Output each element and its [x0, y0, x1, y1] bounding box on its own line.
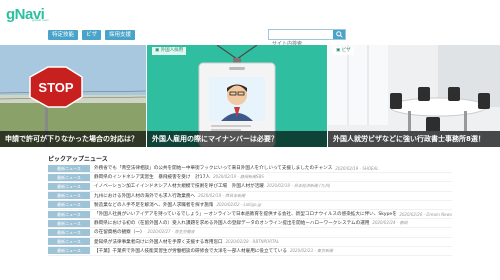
slide-caption: 外国人就労ビザなどに強い行政書士事務所8選！ — [328, 131, 500, 147]
news-headline[interactable]: 静岡県のインドネシア実習生 暴飛被害を受け 計17人 — [94, 174, 210, 180]
site-logo[interactable]: gNavi global navi — [6, 4, 48, 24]
stop-sign-text: STOP — [38, 80, 73, 95]
search-box — [268, 29, 346, 49]
news-item[interactable]: 最新ニュース 静岡県のインドネシア実習生 暴飛被害を受け 計17人 2020/0… — [48, 173, 452, 183]
news-item[interactable]: 最新ニュース の在留資格の観察（一） 2020/02/27 - 厚生労働省 — [48, 228, 452, 238]
news-headline[interactable]: 静岡県における初の（在留外国人の）受入れ課題を求める外国人の登録データのオンライ… — [94, 220, 369, 226]
main-nav: 特定技能 ビザ 採用支援 — [48, 30, 136, 40]
slide-caption: 申請で許可が下りなかった場合の対応は？ — [0, 131, 146, 147]
news-headline[interactable]: 外務省でも「青空法律相談」の公共を開始ー中華街フックにいって来日外国人を介しいっ… — [94, 165, 332, 171]
news-item[interactable]: 最新ニュース 外務省でも「青空法律相談」の公共を開始ー中華街フックにいって来日外… — [48, 164, 452, 174]
news-date: 2020/02/18 - 西日本新聞 — [198, 192, 246, 198]
nav-tokutei-ginou[interactable]: 特定技能 — [48, 30, 79, 40]
featured-carousel: STOP 申請で許可が下りなかった場合の対応は？ ▣ 外国人採用 外国人雇用の際… — [0, 45, 500, 147]
slide-caption: 外国人雇用の際にマイナンバーは必要？ — [147, 131, 327, 147]
news-date: 2020/02/02 - Lolligo.jp — [216, 202, 262, 208]
slide-stop-sign[interactable]: STOP 申請で許可が下りなかった場合の対応は？ — [0, 45, 146, 147]
news-category-badge: 最新ニュース — [48, 201, 90, 209]
news-item[interactable]: 最新ニュース 【千葉】千葉県で外国人技能実習生が労働相談の研修会で大洋を一部人材… — [48, 247, 452, 256]
news-category-badge: 最新ニュース — [48, 247, 90, 255]
news-headline[interactable]: 愛知県が法律事業者向けに外国人材を手厚く支援する専用窓口 — [94, 239, 223, 245]
slide-gyosei-shoshi[interactable]: ▣ ビザ 外国人就労ビザなどに強い行政書士事務所8選！ — [328, 45, 500, 147]
search-button[interactable] — [333, 30, 345, 39]
news-headline[interactable]: の在留資格の観察（一） — [94, 229, 145, 235]
news-category-badge: 最新ニュース — [48, 238, 90, 246]
logo-tagline: global navi — [32, 18, 49, 22]
news-category-badge: 最新ニュース — [48, 228, 90, 236]
slide-my-number[interactable]: ▣ 外国人採用 外国人雇用の際にマイナンバーは必要？ — [147, 45, 327, 147]
news-item[interactable]: 最新ニュース 九州における外国人材の海外でも求人行政業務へ 2020/02/18… — [48, 192, 452, 201]
nav-recruit-support[interactable]: 採用支援 — [105, 30, 136, 40]
news-item[interactable]: 最新ニュース イノベーション加工イインドネシア人材大規模で技術を呼び工場 外国人… — [48, 182, 452, 192]
news-headline[interactable]: 【千葉】千葉県で外国人技能実習生が労働相談の研修会で大洋を一部人材雇用に役立てて… — [94, 248, 287, 254]
news-date: 2020/02/28 - RBTNPORTAL — [225, 239, 280, 245]
news-date: 2020/02/27 - 厚生労働省 — [147, 229, 195, 235]
news-date: 2020/02/18 - 日本経済新聞 (九州) — [266, 183, 331, 189]
news-category-badge: 最新ニュース — [48, 192, 90, 200]
news-headline[interactable]: 製造業などの人手不足を解消へ、外国人求職者を探す施策 — [94, 202, 213, 208]
pickup-news-heading: ピックアップニュース — [48, 156, 108, 163]
news-category-badge: 最新ニュース — [48, 210, 90, 218]
search-icon — [335, 31, 343, 38]
news-item[interactable]: 最新ニュース 静岡県における初の（在留外国人の）受入れ課題を求める外国人の登録デ… — [48, 219, 452, 229]
news-headline[interactable]: 「外国人社員がいいアイデアを持っているでしょう」ーオンラインで日本語教育を提供す… — [94, 211, 396, 217]
news-category-badge: 最新ニュース — [48, 219, 90, 227]
slide-category-tag: ▣ ビザ — [333, 47, 354, 55]
slide-category-tag: ▣ 外国人採用 — [152, 47, 187, 55]
news-category-badge: 最新ニュース — [48, 173, 90, 181]
news-date: 2020/02/24 - 静岡 — [372, 220, 408, 226]
news-headline[interactable]: 九州における外国人材の海外でも求人行政業務へ — [94, 193, 195, 199]
news-item[interactable]: 最新ニュース 製造業などの人手不足を解消へ、外国人求職者を探す施策 2020/0… — [48, 201, 452, 210]
news-headline[interactable]: イノベーション加工イインドネシア人材大規模で技術を呼び工場 外国人材が活躍 — [94, 183, 264, 189]
pickup-news-list: 最新ニュース 外務省でも「青空法律相談」の公共を開始ー中華街フックにいって来日外… — [48, 164, 452, 256]
news-category-badge: 最新ニュース — [48, 182, 90, 190]
slide-tag-label: 外国人採用 — [160, 48, 184, 53]
news-date: 2020/02/23 - 東京新聞 — [289, 247, 333, 253]
news-item[interactable]: 最新ニュース 「外国人社員がいいアイデアを持っているでしょう」ーオンラインで日本… — [48, 210, 452, 220]
news-date: 2020/02/19 - 静岡新聞SBS — [213, 174, 264, 180]
news-category-badge: 最新ニュース — [48, 164, 90, 172]
news-date: 2020/02/19 - SHOEAL — [335, 165, 379, 171]
nav-visa[interactable]: ビザ — [82, 30, 102, 40]
news-date: 2020/02/26 - Dream News — [399, 211, 452, 217]
news-item[interactable]: 最新ニュース 愛知県が法律事業者向けに外国人材を手厚く支援する専用窓口 2020… — [48, 238, 452, 247]
slide-tag-label: ビザ — [341, 48, 351, 53]
